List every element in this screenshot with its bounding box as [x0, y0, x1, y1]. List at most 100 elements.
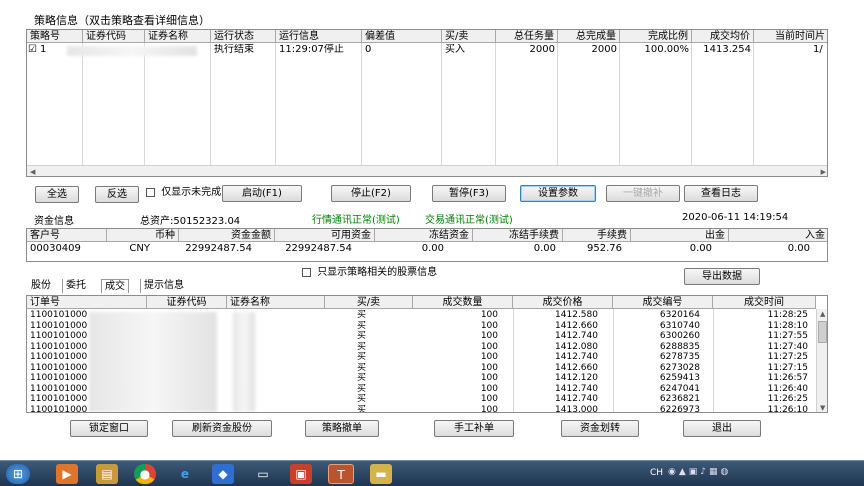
col-trade-qty[interactable]: 成交数量	[413, 296, 513, 309]
col-total-qty[interactable]: 总任务量	[496, 30, 558, 43]
checkbox-icon[interactable]	[146, 187, 155, 197]
table-row[interactable]: ☑ 1 执行结束 11:29:07停止 0 买入 2000 2000 100.0…	[27, 44, 827, 56]
table-row[interactable]: 11001010000 买 100 1412.080 6288835 11:27:40	[27, 342, 816, 352]
col-timeslice[interactable]: 当前时间片	[754, 30, 827, 43]
trade-time: 11:27:25	[767, 352, 808, 362]
col-avg-price[interactable]: 成交均价	[692, 30, 754, 43]
export-button[interactable]: 导出数据	[684, 268, 760, 285]
trade-price: 1412.660	[555, 362, 598, 373]
col-frozen[interactable]: 冻结资金	[375, 229, 473, 242]
only-unfinished-checkbox[interactable]: 仅显示未完成	[146, 186, 221, 200]
col-frozen-fee[interactable]: 冻结手续费	[473, 229, 563, 242]
fund-info-label: 资金信息	[34, 216, 74, 227]
trade-no: 6259413	[659, 373, 700, 383]
tray-language[interactable]: CH	[650, 468, 663, 478]
col-withdraw[interactable]: 出金	[631, 229, 729, 242]
col-fund-amount[interactable]: 资金金额	[179, 229, 275, 242]
col-fee[interactable]: 手续费	[563, 229, 631, 242]
side: 买	[357, 352, 367, 362]
manual-order-button[interactable]: 手工补单	[434, 420, 514, 437]
only-strategy-stocks-checkbox[interactable]: 只显示策略相关的股票信息	[302, 266, 437, 280]
col-trade-time[interactable]: 成交时间	[713, 296, 816, 309]
tray-icons: ◉▲▣♪▦◍	[668, 467, 732, 477]
tab-holdings[interactable]: 股份	[28, 279, 54, 293]
horizontal-scrollbar[interactable]: ◀ ▶	[27, 165, 827, 176]
col-currency[interactable]: 币种	[107, 229, 179, 242]
table-row[interactable]: 11001010000 买 100 1412.740 6236821 11:26:25	[27, 394, 816, 404]
exit-button[interactable]: 退出	[683, 420, 761, 437]
trade-price: 1412.580	[555, 310, 598, 320]
tab-messages[interactable]: 提示信息	[140, 279, 187, 293]
col-trade-no[interactable]: 成交编号	[613, 296, 713, 309]
col-run-status[interactable]: 运行状态	[211, 30, 276, 43]
set-params-button[interactable]: 设置参数	[520, 185, 596, 202]
presentation-icon[interactable]: ▣	[290, 464, 312, 484]
table-row[interactable]: 11001010000 买 100 1412.660 6310740 11:28:10	[27, 321, 816, 331]
table-row[interactable]: 11001010000 买 100 1412.740 6247041 11:26:40	[27, 384, 816, 394]
table-row[interactable]: 11001010000 买 100 1412.740 6278735 11:27:25	[27, 352, 816, 362]
datetime: 2020-06-11 14:19:54	[682, 212, 789, 223]
scroll-up-icon[interactable]: ▲	[820, 310, 825, 318]
col-run-info[interactable]: 运行信息	[276, 30, 362, 43]
media-player-icon[interactable]: ▶	[56, 464, 78, 484]
chrome-icon[interactable]: ●	[134, 464, 156, 484]
col-security-code[interactable]: 证券代码	[147, 296, 227, 309]
scroll-left-icon[interactable]: ◀	[30, 168, 35, 176]
folder-icon[interactable]: ▬	[370, 464, 392, 484]
frozen-fee: 0.00	[533, 243, 556, 254]
col-done-qty[interactable]: 总完成量	[558, 30, 620, 43]
col-order-no[interactable]: 订单号	[27, 296, 147, 309]
order-no: 11001010000	[30, 394, 87, 404]
invert-selection-button[interactable]: 反选	[95, 186, 139, 203]
strategy-table[interactable]: 策略号 证券代码 证券名称 运行状态 运行信息 偏差值 买/卖 总任务量 总完成…	[26, 29, 828, 177]
col-client-no[interactable]: 客户号	[27, 229, 107, 242]
side: 买	[357, 320, 367, 331]
col-ratio[interactable]: 完成比例	[620, 30, 692, 43]
market-status: 行情通讯正常(测试)	[312, 215, 400, 226]
fund-table[interactable]: 客户号 币种 资金金额 可用资金 冻结资金 冻结手续费 手续费 出金 入金 00…	[26, 228, 828, 262]
table-row[interactable]: 11001010000 买 100 1412.580 6320164 11:28:25	[27, 310, 816, 320]
table-row[interactable]: 11001010000 买 100 1412.740 6300260 11:27:55	[27, 331, 816, 341]
trading-app-icon[interactable]: T	[328, 464, 354, 484]
col-security-name[interactable]: 证券名称	[145, 30, 211, 43]
col-deviation[interactable]: 偏差值	[362, 30, 442, 43]
stop-button[interactable]: 停止(F2)	[331, 185, 411, 202]
view-log-button[interactable]: 查看日志	[684, 185, 758, 202]
lock-window-button[interactable]: 锁定窗口	[70, 420, 148, 437]
scroll-thumb[interactable]	[818, 321, 827, 343]
strategy-panel-title: 策略信息（双击策略查看详细信息）	[34, 14, 210, 27]
fund-transfer-button[interactable]: 资金划转	[561, 420, 639, 437]
col-deposit[interactable]: 入金	[729, 229, 827, 242]
one-key-cancel-button[interactable]: 一键撤补	[606, 185, 680, 202]
pause-button[interactable]: 暂停(F3)	[432, 185, 506, 202]
col-trade-price[interactable]: 成交价格	[513, 296, 613, 309]
scroll-right-icon[interactable]: ▶	[821, 168, 826, 176]
tab-orders[interactable]: 委托	[62, 279, 89, 293]
refresh-funds-button[interactable]: 刷新资金股份	[172, 420, 272, 437]
frozen-funds: 0.00	[421, 243, 444, 254]
start-orb-icon[interactable]: ⊞	[6, 464, 30, 484]
table-row[interactable]: 11001010000 买 100 1412.660 6273028 11:27:15	[27, 363, 816, 373]
camera-icon[interactable]: ▭	[252, 464, 274, 484]
table-row[interactable]: 11001010000 买 100 1413.000 6226973 11:26:10	[27, 405, 816, 413]
checkbox-icon[interactable]	[302, 267, 311, 277]
app-icon[interactable]: ◆	[212, 464, 234, 484]
explorer-icon[interactable]: ▤	[96, 464, 118, 484]
col-side[interactable]: 买/卖	[442, 30, 496, 43]
ie-icon[interactable]: e	[174, 464, 196, 484]
table-row[interactable]: 11001010000 买 100 1412.120 6259413 11:26:57	[27, 373, 816, 383]
tab-trades[interactable]: 成交	[101, 279, 129, 293]
scroll-down-icon[interactable]: ▼	[820, 404, 825, 412]
col-side[interactable]: 买/卖	[325, 296, 413, 309]
currency: CNY	[129, 243, 150, 254]
table-row[interactable]: 00030409 CNY 22992487.54 22992487.54 0.0…	[27, 243, 827, 255]
col-security-name[interactable]: 证券名称	[227, 296, 325, 309]
trades-table[interactable]: 订单号 证券代码 证券名称 买/卖 成交数量 成交价格 成交编号 成交时间 11…	[26, 295, 828, 413]
strategy-cancel-button[interactable]: 策略撤单	[305, 420, 379, 437]
col-strategy-no[interactable]: 策略号	[27, 30, 83, 43]
start-button[interactable]: 启动(F1)	[222, 185, 302, 202]
col-security-code[interactable]: 证券代码	[83, 30, 145, 43]
vertical-scrollbar[interactable]: ▲ ▼	[816, 309, 827, 412]
col-available[interactable]: 可用资金	[275, 229, 375, 242]
select-all-button[interactable]: 全选	[35, 186, 79, 203]
